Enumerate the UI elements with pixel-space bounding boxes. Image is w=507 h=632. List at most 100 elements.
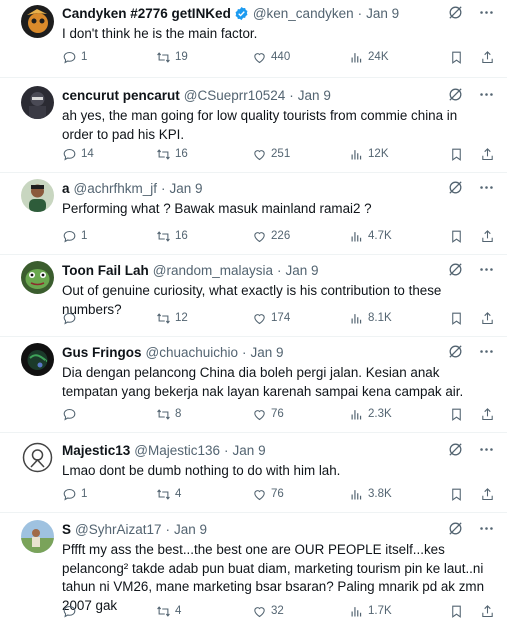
share-button[interactable] xyxy=(480,604,495,619)
views-button[interactable]: 8.1K xyxy=(349,311,449,326)
grok-icon[interactable] xyxy=(447,261,464,278)
bookmark-icon xyxy=(452,230,461,243)
reply-button[interactable]: 1 xyxy=(62,229,156,244)
display-name[interactable]: Gus Fringos xyxy=(62,345,142,360)
share-button[interactable] xyxy=(480,50,495,65)
tweet[interactable]: a @achrfhkm_jf · Jan 9 Performing what ?… xyxy=(0,173,507,255)
tweet[interactable]: cencurut pencarut @CSueprr10524 · Jan 9 … xyxy=(0,78,507,173)
more-options-icon[interactable] xyxy=(478,520,495,537)
like-button[interactable]: 174 xyxy=(252,311,349,326)
share-button[interactable] xyxy=(480,407,495,422)
tweet[interactable]: Gus Fringos @chuachuichio · Jan 9 Dia de… xyxy=(0,337,507,433)
user-handle[interactable]: @Majestic136 xyxy=(134,443,220,458)
display-name[interactable]: S xyxy=(62,522,71,537)
more-options-icon[interactable] xyxy=(478,179,495,196)
avatar[interactable] xyxy=(21,179,54,212)
more-options-icon[interactable] xyxy=(478,86,495,103)
like-button[interactable]: 226 xyxy=(252,229,349,244)
views-button[interactable]: 4.7K xyxy=(349,229,449,244)
timestamp[interactable]: Jan 9 xyxy=(298,88,331,103)
share-button[interactable] xyxy=(480,487,495,502)
timestamp[interactable]: Jan 9 xyxy=(174,522,207,537)
grok-icon[interactable] xyxy=(447,520,464,537)
bookmark-button[interactable] xyxy=(449,604,464,619)
timestamp[interactable]: Jan 9 xyxy=(170,181,203,196)
heart-icon xyxy=(254,52,265,63)
views-button[interactable]: 2.3K xyxy=(349,407,449,422)
timestamp[interactable]: Jan 9 xyxy=(286,263,319,278)
avatar[interactable] xyxy=(21,5,54,38)
share-button[interactable] xyxy=(480,229,495,244)
user-handle[interactable]: @random_malaysia xyxy=(153,263,273,278)
more-options-icon[interactable] xyxy=(478,441,495,458)
more-options-icon[interactable] xyxy=(478,343,495,360)
view-count: 1.7K xyxy=(368,605,392,617)
user-handle[interactable]: @chuachuichio xyxy=(146,345,239,360)
grok-icon[interactable] xyxy=(447,343,464,360)
reply-button[interactable] xyxy=(62,407,156,422)
views-button[interactable]: 1.7K xyxy=(349,604,449,619)
views-button[interactable]: 3.8K xyxy=(349,487,449,502)
tweet[interactable]: S @SyhrAizat17 · Jan 9 Pffft my ass the … xyxy=(0,513,507,632)
share-button[interactable] xyxy=(480,147,495,162)
display-name[interactable]: cencurut pencarut xyxy=(62,88,180,103)
retweet-button[interactable]: 12 xyxy=(156,311,252,326)
like-count: 440 xyxy=(271,51,291,63)
retweet-button[interactable]: 4 xyxy=(156,487,252,502)
retweet-button[interactable]: 4 xyxy=(156,604,252,619)
reply-button[interactable]: 14 xyxy=(62,147,156,162)
like-button[interactable]: 251 xyxy=(252,147,349,162)
reply-icon xyxy=(63,605,76,618)
display-name[interactable]: a xyxy=(62,181,70,196)
views-button[interactable]: 12K xyxy=(349,147,449,162)
like-button[interactable]: 76 xyxy=(252,407,349,422)
timestamp[interactable]: Jan 9 xyxy=(251,345,284,360)
like-button[interactable]: 440 xyxy=(252,50,349,65)
views-bar-icon xyxy=(351,606,362,616)
avatar[interactable] xyxy=(21,520,54,553)
user-handle[interactable]: @SyhrAizat17 xyxy=(75,522,162,537)
timestamp[interactable]: Jan 9 xyxy=(366,6,399,21)
avatar[interactable] xyxy=(21,343,54,376)
reply-button[interactable]: 1 xyxy=(62,50,156,65)
bookmark-button[interactable] xyxy=(449,229,464,244)
more-options-icon[interactable] xyxy=(478,261,495,278)
bookmark-button[interactable] xyxy=(449,50,464,65)
display-name[interactable]: Candyken #2776 getINKed xyxy=(62,6,231,21)
retweet-button[interactable]: 16 xyxy=(156,229,252,244)
like-button[interactable]: 32 xyxy=(252,604,349,619)
tweet[interactable]: Majestic13 @Majestic136 · Jan 9 Lmao don… xyxy=(0,433,507,513)
tweet[interactable]: Candyken #2776 getINKed @ken_candyken · … xyxy=(0,0,507,78)
user-handle[interactable]: @CSueprr10524 xyxy=(184,88,286,103)
share-button[interactable] xyxy=(480,311,495,326)
grok-icon[interactable] xyxy=(447,441,464,458)
reply-button[interactable] xyxy=(62,604,156,619)
grok-icon[interactable] xyxy=(447,86,464,103)
bookmark-button[interactable] xyxy=(449,311,464,326)
display-name[interactable]: Majestic13 xyxy=(62,443,130,458)
views-button[interactable]: 24K xyxy=(349,50,449,65)
reply-button[interactable] xyxy=(62,311,156,326)
views-bar-icon xyxy=(351,489,362,499)
avatar[interactable] xyxy=(21,86,54,119)
view-count: 8.1K xyxy=(368,312,392,324)
more-options-icon[interactable] xyxy=(478,4,495,21)
retweet-button[interactable]: 8 xyxy=(156,407,252,422)
like-button[interactable]: 76 xyxy=(252,487,349,502)
grok-icon[interactable] xyxy=(447,4,464,21)
bookmark-button[interactable] xyxy=(449,487,464,502)
retweet-button[interactable]: 19 xyxy=(156,50,252,65)
retweet-button[interactable]: 16 xyxy=(156,147,252,162)
grok-icon[interactable] xyxy=(447,179,464,196)
separator-dot: · xyxy=(242,344,247,360)
display-name[interactable]: Toon Fail Lah xyxy=(62,263,149,278)
bookmark-button[interactable] xyxy=(449,147,464,162)
timestamp[interactable]: Jan 9 xyxy=(233,443,266,458)
user-handle[interactable]: @ken_candyken xyxy=(253,6,354,21)
reply-button[interactable]: 1 xyxy=(62,487,156,502)
user-handle[interactable]: @achrfhkm_jf xyxy=(74,181,157,196)
bookmark-button[interactable] xyxy=(449,407,464,422)
avatar[interactable] xyxy=(21,261,54,294)
tweet[interactable]: Toon Fail Lah @random_malaysia · Jan 9 O… xyxy=(0,255,507,337)
avatar[interactable] xyxy=(21,441,54,474)
